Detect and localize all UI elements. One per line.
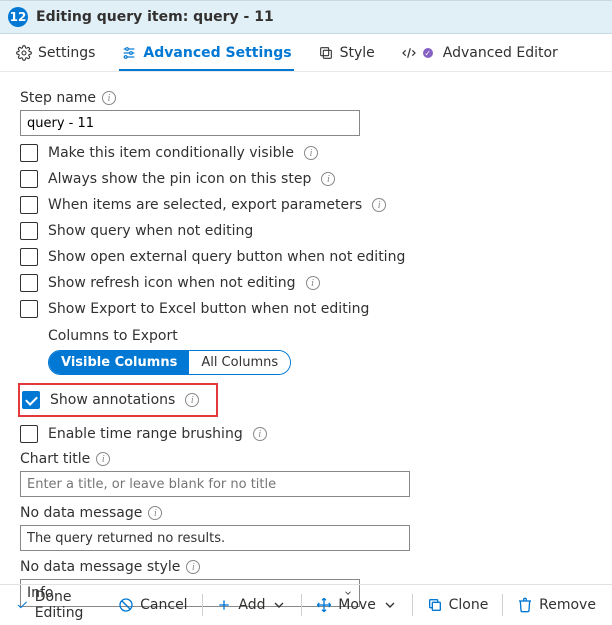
trash-icon [517,597,533,613]
pill-all-columns[interactable]: All Columns [189,351,290,374]
cancel-label: Cancel [140,597,187,613]
no-data-msg-label: No data message i [20,505,592,521]
move-icon [316,597,332,613]
no-data-msg-label-text: No data message [20,505,142,521]
remove-label: Remove [539,597,596,613]
step-number-badge: 12 [8,7,28,27]
separator [301,594,302,616]
chart-title-input[interactable] [20,471,410,497]
tab-style-label: Style [340,45,375,61]
add-button[interactable]: Add [210,593,293,617]
checkbox-open-external[interactable] [20,248,38,266]
label-conditional-visible: Make this item conditionally visible [48,145,294,161]
tab-advanced-editor[interactable]: ✓ Advanced Editor [399,41,560,71]
label-open-external: Show open external query button when not… [48,249,405,265]
info-icon[interactable]: i [185,393,199,407]
label-refresh-icon: Show refresh icon when not editing [48,275,296,291]
code-icon [401,45,417,61]
gear-icon [16,45,32,61]
info-icon[interactable]: i [306,276,320,290]
header-title: Editing query item: query - 11 [36,9,274,25]
chevron-down-icon [382,597,398,613]
checkbox-export-params[interactable] [20,196,38,214]
no-data-msg-input[interactable] [20,525,410,551]
separator [412,594,413,616]
done-editing-label: Done Editing [35,589,106,621]
chart-title-label-text: Chart title [20,451,90,467]
clone-label: Clone [449,597,489,613]
info-icon[interactable]: i [148,506,162,520]
info-icon[interactable]: i [253,427,267,441]
footer-toolbar: Done Editing Cancel Add Move Clone Remov… [0,584,612,624]
move-label: Move [338,597,376,613]
columns-export-label: Columns to Export [48,328,592,344]
no-data-style-label: No data message style i [20,559,592,575]
chart-title-label: Chart title i [20,451,592,467]
tab-advanced-label: Advanced Settings [143,45,291,61]
checkbox-time-brushing[interactable] [20,425,38,443]
info-icon[interactable]: i [321,172,335,186]
checkbox-show-query[interactable] [20,222,38,240]
label-show-query: Show query when not editing [48,223,253,239]
label-show-annotations: Show annotations [50,392,175,408]
columns-export-toggle: Visible Columns All Columns [48,350,291,375]
move-button[interactable]: Move [310,593,404,617]
tab-style[interactable]: Style [316,41,377,71]
status-dot-icon: ✓ [423,48,433,58]
step-name-label: Step name i [20,90,592,106]
info-icon[interactable]: i [372,198,386,212]
checkbox-show-annotations[interactable] [22,391,40,409]
sliders-icon [121,45,137,61]
clone-icon [427,597,443,613]
label-export-excel: Show Export to Excel button when not edi… [48,301,369,317]
clone-button[interactable]: Clone [421,593,495,617]
info-icon[interactable]: i [96,452,110,466]
separator [202,594,203,616]
remove-button[interactable]: Remove [511,593,602,617]
style-icon [318,45,334,61]
label-time-brushing: Enable time range brushing [48,426,243,442]
tab-bar: Settings Advanced Settings Style ✓ Advan… [0,34,612,72]
checkbox-refresh-icon[interactable] [20,274,38,292]
pill-visible-columns[interactable]: Visible Columns [49,351,189,374]
add-label: Add [238,597,265,613]
label-export-params: When items are selected, export paramete… [48,197,362,213]
cancel-button[interactable]: Cancel [112,593,193,617]
tab-advanced-editor-label: Advanced Editor [443,45,558,61]
tab-settings[interactable]: Settings [14,41,97,71]
label-pin-icon: Always show the pin icon on this step [48,171,311,187]
separator [502,594,503,616]
step-name-input[interactable] [20,110,360,136]
editor-header: 12 Editing query item: query - 11 [0,0,612,34]
checkbox-export-excel[interactable] [20,300,38,318]
info-icon[interactable]: i [186,560,200,574]
checkbox-pin-icon[interactable] [20,170,38,188]
checkbox-conditional-visible[interactable] [20,144,38,162]
done-editing-button[interactable]: Done Editing [10,585,112,625]
step-name-label-text: Step name [20,90,96,106]
chevron-down-icon [271,597,287,613]
plus-icon [216,597,232,613]
info-icon[interactable]: i [304,146,318,160]
no-data-style-label-text: No data message style [20,559,180,575]
info-icon[interactable]: i [102,91,116,105]
check-icon [16,597,29,613]
tab-settings-label: Settings [38,45,95,61]
form-body: Step name i Make this item conditionally… [0,72,612,611]
cancel-icon [118,597,134,613]
annotation-highlight: Show annotations i [18,383,218,417]
tab-advanced-settings[interactable]: Advanced Settings [119,41,293,71]
